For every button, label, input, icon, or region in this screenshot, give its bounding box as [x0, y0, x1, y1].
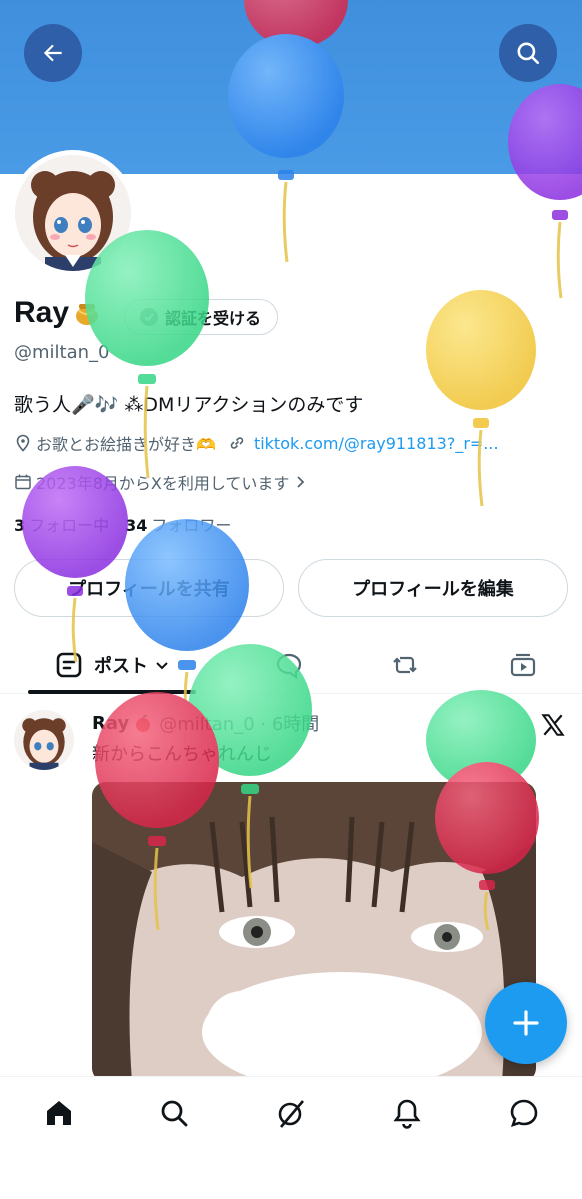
profile-name-row: Ray: [14, 296, 101, 330]
profile-banner[interactable]: [0, 0, 582, 174]
bell-icon: [393, 1099, 421, 1129]
profile-name: Ray: [14, 296, 70, 329]
followers-label: フォロワー: [151, 516, 232, 535]
calendar-icon: [15, 474, 31, 490]
tab-media[interactable]: [490, 636, 556, 694]
posts-icon: [56, 652, 82, 678]
nav-messages[interactable]: [504, 1093, 544, 1133]
nav-search[interactable]: [154, 1093, 194, 1133]
repost-icon: [393, 656, 417, 674]
follow-stats: 3 フォロー中 34 フォロワー: [14, 512, 247, 536]
nav-grok[interactable]: [271, 1093, 311, 1133]
profile-meta: お歌とお絵描きが好き🫶 tiktok.com/@ray911813?_r=...: [14, 431, 582, 455]
tab-active-indicator: [28, 690, 196, 694]
nav-notifications[interactable]: [387, 1093, 427, 1133]
search-icon: [517, 42, 540, 65]
get-verified-button[interactable]: 認証を受ける: [124, 299, 279, 335]
post-text: 新からこんちゃれんじ: [92, 744, 272, 765]
post-avatar[interactable]: [14, 710, 74, 770]
post-photo[interactable]: [92, 782, 536, 1082]
profile-joined: 2023年8月からXを利用しています: [14, 470, 307, 494]
plus-icon: [513, 1010, 539, 1036]
post-author[interactable]: Ray: [92, 713, 129, 734]
following-link[interactable]: 3 フォロー中: [14, 512, 109, 536]
honey-pot-icon: [76, 304, 99, 325]
media-icon: [510, 653, 536, 677]
tab-reposts[interactable]: [372, 636, 438, 694]
profile-bio: 歌う人🎤🎶 ⁂DMリアクションのみです: [14, 394, 364, 416]
following-label: フォロー中: [29, 516, 110, 535]
profile-handle: @miltan_0: [14, 342, 110, 363]
search-button[interactable]: [499, 24, 557, 82]
profile-location: お歌とお絵描きが好き🫶: [36, 435, 216, 454]
bottom-navigation: [0, 1076, 582, 1199]
home-icon: [47, 1101, 71, 1125]
chevron-down-icon: [156, 662, 168, 670]
tab-posts[interactable]: ポスト: [28, 636, 196, 694]
share-profile-button[interactable]: プロフィールを共有: [14, 559, 284, 617]
joined-date: 2023年8月からXを利用しています: [36, 474, 290, 493]
grok-icon: [278, 1100, 304, 1128]
followers-link[interactable]: 34 フォロワー: [125, 512, 231, 536]
tab-posts-label: ポスト: [94, 656, 148, 677]
reply-icon: [276, 653, 302, 680]
verified-badge-icon: [140, 308, 158, 326]
tab-replies[interactable]: [256, 636, 322, 694]
back-button[interactable]: [24, 24, 82, 82]
profile-avatar[interactable]: [10, 150, 136, 276]
profile-link[interactable]: tiktok.com/@ray911813?_r=...: [254, 434, 499, 453]
location-icon: [16, 434, 30, 452]
post-header: Ray @miltan_0 · 6時間: [92, 710, 319, 736]
followers-count: 34: [125, 516, 148, 535]
link-icon: [230, 437, 244, 449]
chevron-right-icon: [297, 476, 305, 488]
compose-post-button[interactable]: [485, 982, 567, 1064]
message-icon: [510, 1099, 538, 1128]
nav-home[interactable]: [39, 1093, 79, 1133]
following-count: 3: [14, 516, 26, 535]
x-logo-icon: [541, 714, 565, 736]
profile-tabs: ポスト: [0, 636, 582, 694]
arrow-left-icon: [43, 44, 62, 62]
search-icon: [161, 1100, 188, 1127]
edit-profile-button[interactable]: プロフィールを編集: [298, 559, 568, 617]
apple-icon: [136, 714, 151, 732]
get-verified-label: 認証を受ける: [165, 309, 262, 328]
post-meta: @miltan_0 · 6時間: [159, 714, 320, 735]
